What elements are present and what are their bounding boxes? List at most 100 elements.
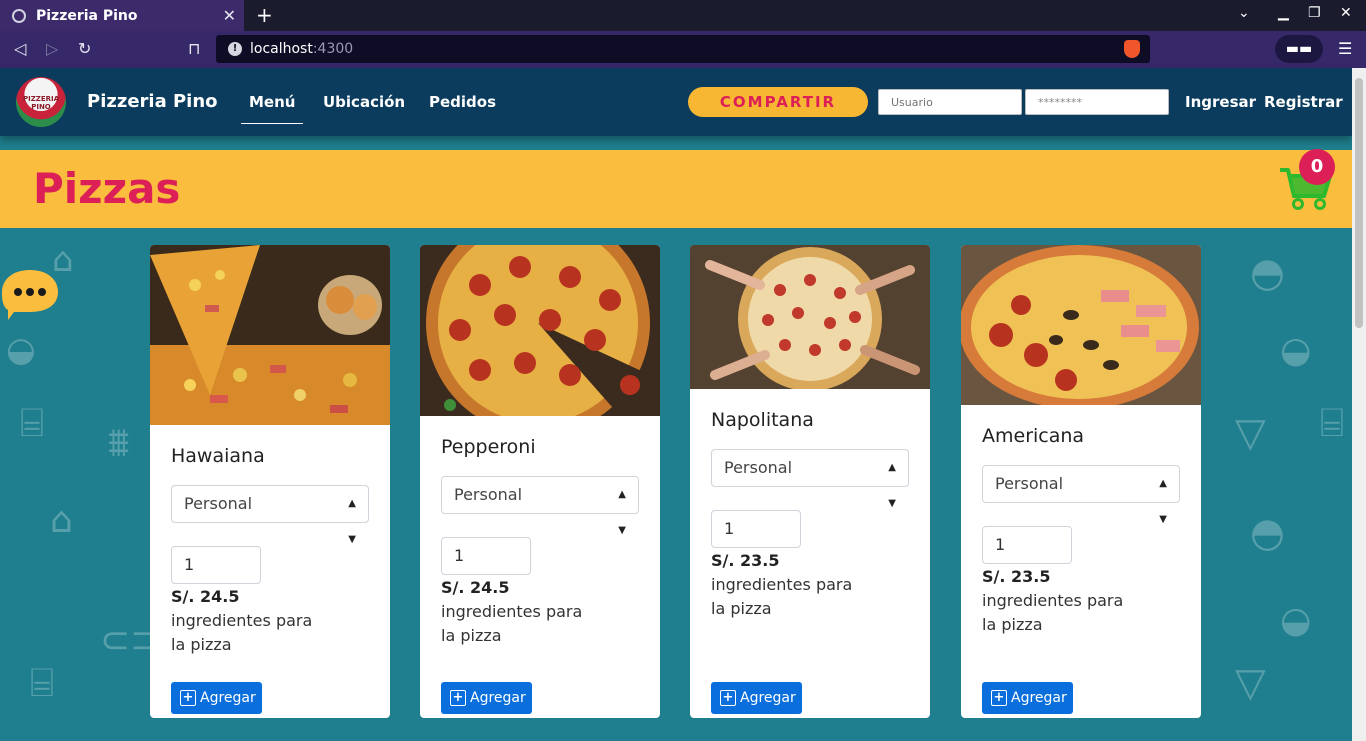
quantity-input[interactable]: 1 bbox=[441, 537, 531, 575]
password-input[interactable] bbox=[1025, 89, 1169, 115]
size-select-value: Personal bbox=[454, 485, 523, 504]
burger-right-icon: ◒ bbox=[1280, 330, 1312, 371]
size-select[interactable]: Personal ▲ ▼ bbox=[982, 465, 1180, 525]
scrollbar-thumb[interactable] bbox=[1355, 78, 1363, 328]
taco-right-icon: ◓ bbox=[1250, 510, 1285, 556]
new-tab-icon[interactable]: + bbox=[256, 3, 273, 27]
pizza-image-pepperoni bbox=[420, 245, 660, 416]
quantity-input[interactable]: 1 bbox=[171, 546, 261, 584]
burger-icon: ◒ bbox=[6, 330, 36, 370]
drink-right-icon: ⌸ bbox=[1320, 400, 1344, 446]
size-select-value: Personal bbox=[184, 494, 253, 513]
url-input[interactable]: ! localhost:4300 bbox=[216, 35, 1150, 63]
quantity-input[interactable]: 1 bbox=[711, 510, 801, 548]
login-link[interactable]: Ingresar bbox=[1185, 93, 1256, 111]
section-banner: Pizzas bbox=[0, 150, 1352, 228]
brand-name[interactable]: Pizzeria Pino bbox=[87, 91, 218, 112]
pizza-name: Americana bbox=[982, 425, 1085, 447]
plus-icon: + bbox=[720, 690, 736, 706]
add-to-cart-button[interactable]: + Agregar bbox=[982, 682, 1073, 714]
share-button[interactable]: COMPARTIR bbox=[688, 87, 868, 117]
pizza-ingredients: ingredientes para la pizza bbox=[711, 575, 853, 618]
reload-icon[interactable]: ↻ bbox=[78, 39, 91, 58]
page-scrollbar[interactable] bbox=[1352, 68, 1366, 741]
pizza-card-napolitana: Napolitana Personal ▲ ▼ 1 S/. 23.5 ingredi… bbox=[690, 245, 930, 718]
add-button-label: Agregar bbox=[200, 690, 256, 706]
plus-icon: + bbox=[180, 690, 196, 706]
size-select[interactable]: Personal ▲ ▼ bbox=[711, 449, 909, 509]
pizza-image-hawaiana bbox=[150, 245, 390, 425]
pizza-card-hawaiana: Hawaiana Personal ▲ ▼ 1 S/. 24.5 ingredien… bbox=[150, 245, 390, 718]
add-to-cart-button[interactable]: + Agregar bbox=[711, 682, 802, 714]
pizza-card-americana: Americana Personal ▲ ▼ 1 S/. 23.5 ingredie… bbox=[961, 245, 1201, 718]
pizza-price: S/. 23.5 bbox=[982, 567, 1051, 586]
tab-list-chevron-icon[interactable]: ⌄ bbox=[1238, 5, 1250, 21]
tab-title: Pizzeria Pino bbox=[36, 7, 138, 24]
select-arrows-icon: ▲ ▼ bbox=[618, 489, 626, 536]
ice-cream-icon: ▽ bbox=[1235, 410, 1266, 456]
register-link[interactable]: Registrar bbox=[1264, 93, 1343, 111]
nav-link-pedidos[interactable]: Pedidos bbox=[429, 93, 496, 111]
brave-shields-icon[interactable] bbox=[1124, 40, 1140, 58]
burger-lower-icon: ◒ bbox=[1280, 600, 1312, 641]
username-input[interactable] bbox=[878, 89, 1022, 115]
bookmark-icon[interactable]: ⊓ bbox=[188, 39, 200, 58]
logo-text: PIZZERIA PINO bbox=[22, 95, 60, 111]
section-title: Pizzas bbox=[33, 164, 181, 213]
size-select[interactable]: Personal ▲ ▼ bbox=[171, 485, 369, 545]
url-port: :4300 bbox=[312, 41, 354, 57]
forward-icon[interactable]: ▷ bbox=[46, 39, 58, 58]
cart-count-badge: 0 bbox=[1299, 149, 1335, 185]
fries-icon: ⩩ bbox=[108, 420, 130, 466]
size-select[interactable]: Personal ▲ ▼ bbox=[441, 476, 639, 536]
select-arrows-icon: ▲ ▼ bbox=[1159, 478, 1167, 525]
add-to-cart-button[interactable]: + Agregar bbox=[171, 682, 262, 714]
pizza-name: Hawaiana bbox=[171, 445, 265, 467]
taco-icon: ◓ bbox=[1250, 250, 1285, 296]
close-tab-icon[interactable]: ✕ bbox=[223, 6, 236, 25]
pizza-name: Napolitana bbox=[711, 409, 814, 431]
pizza-price: S/. 24.5 bbox=[171, 587, 240, 606]
pizzeria-logo[interactable]: PIZZERIA PINO bbox=[16, 77, 66, 127]
size-select-value: Personal bbox=[724, 458, 793, 477]
minimize-icon[interactable]: ▁ bbox=[1278, 5, 1289, 21]
url-host: localhost bbox=[250, 41, 313, 57]
select-arrows-icon: ▲ ▼ bbox=[348, 498, 356, 545]
pizza-image-napolitana bbox=[690, 245, 930, 389]
maximize-icon[interactable]: ❐ bbox=[1308, 5, 1321, 21]
pizza-image-americana bbox=[961, 245, 1201, 405]
close-window-icon[interactable]: ✕ bbox=[1340, 5, 1352, 21]
popsicle-icon: ⌂ bbox=[50, 500, 73, 541]
pizza-name: Pepperoni bbox=[441, 436, 536, 458]
quantity-input[interactable]: 1 bbox=[982, 526, 1072, 564]
plus-icon: + bbox=[991, 690, 1007, 706]
nav-link-menu[interactable]: Menú bbox=[241, 93, 304, 124]
pizza-price: S/. 24.5 bbox=[441, 578, 510, 597]
globe-icon bbox=[12, 8, 26, 23]
browser-tab-bar: Pizzeria Pino ✕ + ⌄ ▁ ❐ ✕ bbox=[0, 0, 1366, 31]
add-button-label: Agregar bbox=[1011, 690, 1067, 706]
nav-link-ubicacion[interactable]: Ubicación bbox=[323, 93, 405, 111]
private-window-icon[interactable]: ▬▬ bbox=[1275, 35, 1323, 63]
app-navbar: PIZZERIA PINO Pizzeria Pino Menú Ubicaci… bbox=[0, 68, 1352, 136]
pizza-card-pepperoni: Pepperoni Personal ▲ ▼ 1 S/. 24.5 ingredie… bbox=[420, 245, 660, 718]
add-to-cart-button[interactable]: + Agregar bbox=[441, 682, 532, 714]
browser-menu-icon[interactable]: ☰ bbox=[1338, 39, 1352, 58]
pizza-ingredients: ingredientes para la pizza bbox=[171, 611, 313, 654]
back-icon[interactable]: ◁ bbox=[14, 39, 26, 58]
select-arrows-icon: ▲ ▼ bbox=[888, 462, 896, 509]
plus-icon: + bbox=[450, 690, 466, 706]
ice-cream-lower-icon: ▽ bbox=[1235, 660, 1266, 706]
pizza-price: S/. 23.5 bbox=[711, 551, 780, 570]
browser-tab[interactable]: Pizzeria Pino ✕ bbox=[0, 0, 244, 31]
browser-address-bar: ◁ ▷ ↻ ⊓ ! localhost:4300 ▬▬ ☰ bbox=[0, 31, 1366, 68]
pizza-ingredients: ingredientes para la pizza bbox=[441, 602, 583, 645]
drink-cup-icon: ⌸ bbox=[20, 400, 44, 446]
size-select-value: Personal bbox=[995, 474, 1064, 493]
add-button-label: Agregar bbox=[740, 690, 796, 706]
chat-bubble-icon[interactable] bbox=[0, 268, 60, 320]
site-info-icon[interactable]: ! bbox=[228, 42, 242, 56]
pizza-ingredients: ingredientes para la pizza bbox=[982, 591, 1124, 634]
add-button-label: Agregar bbox=[470, 690, 526, 706]
soda-icon: ⌸ bbox=[30, 660, 54, 706]
